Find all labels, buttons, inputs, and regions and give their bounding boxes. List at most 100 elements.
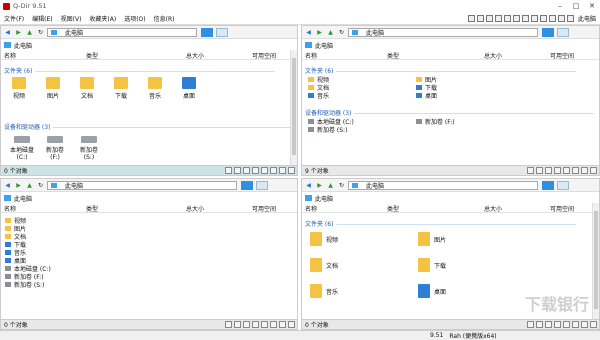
columns-icon[interactable] <box>545 167 552 174</box>
folder-documents[interactable]: 文档 <box>310 258 350 272</box>
filter-icon[interactable] <box>225 167 232 174</box>
columns-icon[interactable] <box>243 321 250 328</box>
col-free[interactable]: 可用空间 <box>252 51 276 60</box>
pane-top-left[interactable]: ◀ ▶ ▲ ↻ 此电脑 此电脑 名称 类型 总大小 可用空间 文件夹 (6) 视… <box>0 25 298 176</box>
layout-icon[interactable] <box>494 15 502 22</box>
view-options-button[interactable] <box>256 180 268 190</box>
address-bar[interactable]: 此电脑 <box>47 180 237 190</box>
col-name[interactable]: 名称 <box>4 51 16 60</box>
folder-desktop[interactable]: 桌面 <box>177 77 201 100</box>
sort-icon[interactable] <box>536 321 543 328</box>
menu-options[interactable]: 选项(O) <box>120 14 149 23</box>
forward-icon[interactable]: ▶ <box>315 28 324 37</box>
copy-icon[interactable] <box>261 321 268 328</box>
edit-icon[interactable] <box>581 321 588 328</box>
folder-music[interactable]: 音乐 <box>310 284 350 298</box>
up-icon[interactable]: ▲ <box>326 28 335 37</box>
cut-icon[interactable] <box>252 167 259 174</box>
paste-icon[interactable] <box>270 321 277 328</box>
list-item[interactable]: 新加卷 (S:) <box>5 280 51 289</box>
folder-videos[interactable]: 视频 <box>310 232 350 246</box>
list-item[interactable]: 新加卷 (F:) <box>416 117 455 126</box>
refresh-icon[interactable]: ↻ <box>36 28 45 37</box>
drive-c[interactable]: 本地磁盘 (C:) <box>5 136 39 161</box>
globe-icon[interactable] <box>467 15 475 22</box>
layout-icon[interactable] <box>539 15 547 22</box>
pane-top-right[interactable]: ◀ ▶ ▲ ↻ 此电脑 此电脑 名称 类型 总大小 可用空间 文件夹 (6) 视… <box>301 25 600 176</box>
folder-documents[interactable]: 文档 <box>75 77 99 100</box>
group-folders[interactable]: 文件夹 (6) <box>4 66 275 75</box>
scroll-thumb[interactable] <box>594 211 598 309</box>
delete-icon[interactable] <box>288 321 295 328</box>
refresh-icon[interactable]: ↻ <box>337 181 346 190</box>
sort-icon[interactable] <box>234 321 241 328</box>
folder-pictures[interactable]: 图片 <box>418 232 458 246</box>
address-bar[interactable]: 此电脑 <box>348 180 538 190</box>
toolbar-location-label[interactable]: 此电脑 <box>578 14 596 23</box>
back-icon[interactable]: ◀ <box>304 28 313 37</box>
back-icon[interactable]: ◀ <box>304 181 313 190</box>
filter-icon[interactable] <box>225 321 232 328</box>
back-icon[interactable]: ◀ <box>3 28 12 37</box>
cut-icon[interactable] <box>252 321 259 328</box>
address-bar[interactable]: 此电脑 <box>348 27 538 37</box>
layout-icon[interactable] <box>485 15 493 22</box>
folder-downloads[interactable]: 下载 <box>109 77 133 100</box>
folder-pictures[interactable]: 图片 <box>41 77 65 100</box>
view-toggle-button[interactable] <box>542 27 554 37</box>
paste-icon[interactable] <box>572 321 579 328</box>
close-button[interactable]: ✕ <box>584 0 600 12</box>
menu-favorites[interactable]: 收藏夹(A) <box>85 14 120 23</box>
group-drives[interactable]: 设备和驱动器 (3) <box>4 122 293 131</box>
minimize-button[interactable]: – <box>552 0 568 12</box>
forward-icon[interactable]: ▶ <box>315 181 324 190</box>
up-icon[interactable]: ▲ <box>25 181 34 190</box>
col-total[interactable]: 总大小 <box>186 51 204 60</box>
view-toggle-button[interactable] <box>201 27 213 37</box>
forward-icon[interactable]: ▶ <box>14 181 23 190</box>
cut-icon[interactable] <box>554 167 561 174</box>
col-free[interactable]: 可用空间 <box>550 51 574 60</box>
layout-icon[interactable] <box>530 15 538 22</box>
col-total[interactable]: 总大小 <box>484 204 502 213</box>
scroll-thumb[interactable] <box>292 58 296 155</box>
list-item[interactable]: 音乐 <box>308 91 329 100</box>
folder-videos[interactable]: 视频 <box>7 77 31 100</box>
col-free[interactable]: 可用空间 <box>550 204 574 213</box>
up-icon[interactable]: ▲ <box>326 181 335 190</box>
view-options-button[interactable] <box>557 180 569 190</box>
delete-icon[interactable] <box>590 321 597 328</box>
copy-icon[interactable] <box>563 321 570 328</box>
refresh-icon[interactable]: ↻ <box>36 181 45 190</box>
col-total[interactable]: 总大小 <box>484 51 502 60</box>
delete-icon[interactable] <box>590 167 597 174</box>
cut-icon[interactable] <box>554 321 561 328</box>
columns-icon[interactable] <box>243 167 250 174</box>
maximize-button[interactable]: □ <box>568 0 584 12</box>
col-free[interactable]: 可用空间 <box>252 204 276 213</box>
paste-icon[interactable] <box>572 167 579 174</box>
forward-icon[interactable]: ▶ <box>14 28 23 37</box>
filter-icon[interactable] <box>527 321 534 328</box>
col-total[interactable]: 总大小 <box>186 204 204 213</box>
filter-icon[interactable] <box>527 167 534 174</box>
edit-icon[interactable] <box>279 321 286 328</box>
menu-view[interactable]: 视图(V) <box>57 14 86 23</box>
layout-icon[interactable] <box>521 15 529 22</box>
back-icon[interactable]: ◀ <box>3 181 12 190</box>
scrollbar[interactable] <box>290 50 297 165</box>
col-name[interactable]: 名称 <box>305 204 317 213</box>
sort-icon[interactable] <box>536 167 543 174</box>
col-type[interactable]: 类型 <box>387 51 399 60</box>
pane-bottom-right[interactable]: ◀ ▶ ▲ ↻ 此电脑 此电脑 名称 类型 总大小 可用空间 文件夹 (6) 视… <box>301 178 600 330</box>
copy-icon[interactable] <box>261 167 268 174</box>
col-type[interactable]: 类型 <box>86 204 98 213</box>
column-header[interactable]: 名称 类型 总大小 可用空间 <box>302 50 599 60</box>
menu-info[interactable]: 信息(R) <box>150 14 179 23</box>
group-folders[interactable]: 文件夹 (6) <box>305 66 576 75</box>
list-item[interactable]: 文档 <box>5 232 51 241</box>
folder-downloads[interactable]: 下载 <box>418 258 458 272</box>
edit-icon[interactable] <box>581 167 588 174</box>
column-header[interactable]: 名称 类型 总大小 可用空间 <box>1 50 297 60</box>
list-item[interactable]: 新加卷 (S:) <box>308 125 354 134</box>
